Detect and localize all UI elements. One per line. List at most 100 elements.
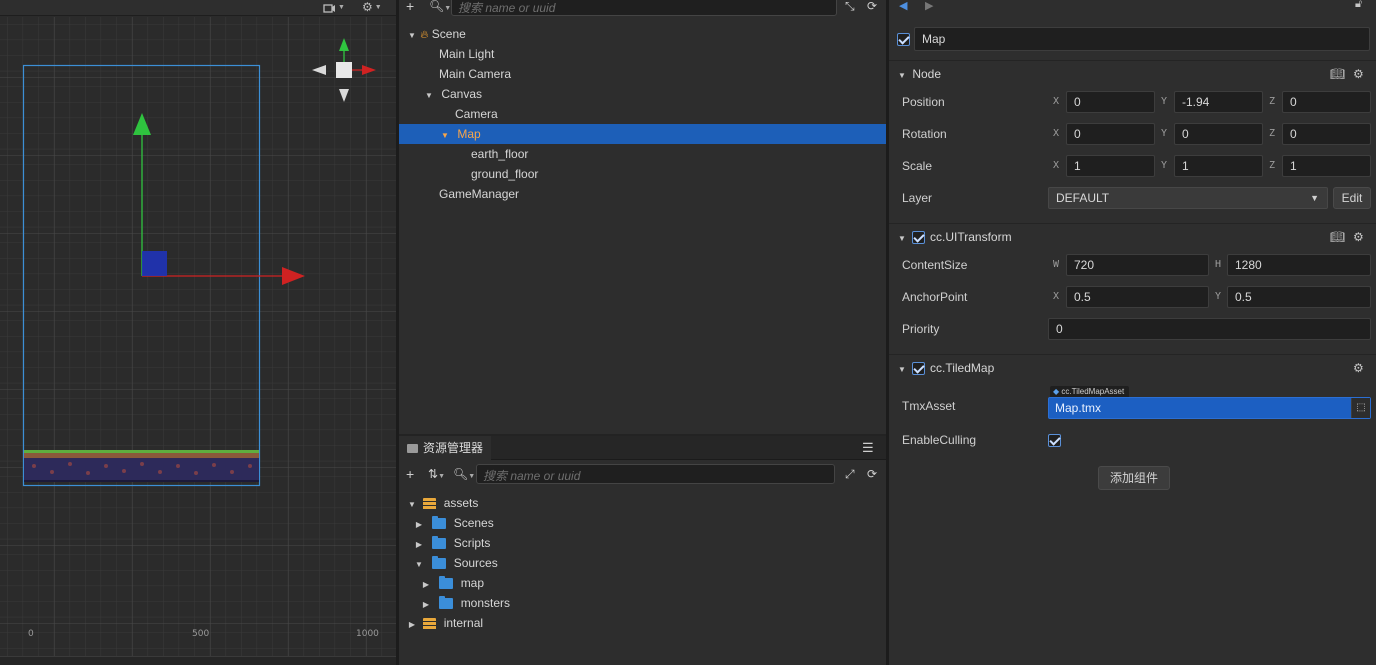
axis-label: Y [1161, 160, 1168, 171]
scene-statusbar [0, 656, 396, 665]
collapse-arrow-icon[interactable]: ▼ [897, 63, 907, 89]
tree-item-scene[interactable]: ▼ 🔥︎ Scene [399, 24, 886, 44]
folder-icon [407, 443, 418, 453]
folder-icon [432, 556, 447, 570]
section-node[interactable]: ▼ Node 📖︎ ⚙ [889, 60, 1376, 86]
enable-culling-checkbox[interactable] [1048, 434, 1061, 447]
asset-item-assets[interactable]: ▼ assets [399, 493, 886, 513]
search-filter-icon[interactable]: 🔍︎▼ [453, 465, 475, 486]
scene-viewport[interactable] [0, 17, 396, 657]
sort-icon[interactable]: ⇅▼ [428, 465, 445, 486]
expand-arrow-icon[interactable]: ▶ [407, 615, 417, 635]
position-x-input[interactable]: 0 [1066, 91, 1155, 113]
scale-y-input[interactable]: 1 [1174, 155, 1263, 177]
component-enabled-checkbox[interactable] [912, 362, 925, 375]
tree-item-gamemanager[interactable]: GameManager [399, 184, 886, 204]
gear-icon[interactable]: ⚙ [1353, 224, 1364, 250]
axis-label: Z [1269, 128, 1276, 139]
expand-arrow-icon[interactable]: ▼ [414, 555, 424, 575]
position-y-input[interactable]: -1.94 [1174, 91, 1263, 113]
refresh-icon[interactable]: ⟳ [867, 0, 877, 15]
tree-item-earth-floor[interactable]: earth_floor [399, 144, 886, 164]
help-book-icon[interactable]: 📖︎ [1330, 61, 1345, 87]
collapse-icon[interactable]: ⤡ [845, 0, 855, 15]
tab-assets[interactable]: 资源管理器 [399, 436, 492, 460]
expand-arrow-icon[interactable]: ▶ [421, 595, 431, 615]
search-filter-icon[interactable]: 🔍︎▼ [429, 0, 451, 18]
anchor-x-input[interactable]: 0.5 [1066, 286, 1209, 308]
asset-item-monsters[interactable]: ▶ monsters [399, 593, 886, 613]
width-input[interactable]: 720 [1066, 254, 1209, 276]
assets-search-input[interactable]: 搜索 name or uuid [476, 464, 835, 484]
menu-icon[interactable]: ☰ [862, 439, 874, 457]
rotation-x-input[interactable]: 0 [1066, 123, 1155, 145]
camera-icon[interactable]: ▼ [323, 0, 345, 14]
asset-item-map[interactable]: ▶ map [399, 573, 886, 593]
node-name-input[interactable]: Map [914, 27, 1370, 51]
expand-arrow-icon[interactable]: ▶ [421, 575, 431, 595]
tree-item-map[interactable]: ▼ Map [399, 124, 886, 144]
asset-item-label: assets [443, 496, 479, 510]
forward-icon[interactable]: ▶ [925, 0, 933, 12]
asset-picker-icon[interactable]: ⬚ [1351, 398, 1370, 418]
gear-icon[interactable]: ⚙ ▼ [362, 0, 382, 14]
height-input[interactable]: 1280 [1227, 254, 1371, 276]
asset-item-scenes[interactable]: ▶ Scenes [399, 513, 886, 533]
expand-arrow-icon[interactable]: ▼ [407, 495, 417, 515]
gear-icon[interactable]: ⚙ [1353, 61, 1364, 87]
position-z-input[interactable]: 0 [1282, 91, 1371, 113]
add-icon[interactable]: + [406, 465, 414, 483]
gear-icon[interactable]: ⚙ [1353, 355, 1364, 381]
component-enabled-checkbox[interactable] [912, 231, 925, 244]
lock-icon[interactable]: 🔓︎ [1355, 0, 1362, 11]
tree-item-main-camera[interactable]: Main Camera [399, 64, 886, 84]
prop-label: Priority [902, 322, 940, 336]
asset-type-label: cc.TiledMapAsset [1061, 387, 1125, 396]
refresh-icon[interactable]: ⟳ [867, 465, 877, 483]
scale-z-input[interactable]: 1 [1282, 155, 1371, 177]
help-book-icon[interactable]: 📖︎ [1330, 224, 1345, 250]
rotation-y-input[interactable]: 0 [1174, 123, 1263, 145]
collapse-arrow-icon[interactable]: ▼ [897, 357, 907, 383]
scale-x-input[interactable]: 1 [1066, 155, 1155, 177]
anchor-point-row: AnchorPoint X 0.5 Y 0.5 [889, 282, 1376, 312]
tree-item-camera[interactable]: Camera [399, 104, 886, 124]
tree-item-canvas[interactable]: ▼ Canvas [399, 84, 886, 104]
tree-item-label: earth_floor [471, 147, 529, 161]
anchor-y-input[interactable]: 0.5 [1227, 286, 1371, 308]
tree-item-ground-floor[interactable]: ground_floor [399, 164, 886, 184]
section-tiledmap[interactable]: ▼ cc.TiledMap ⚙ [889, 354, 1376, 380]
expand-arrow-icon[interactable]: ▼ [424, 86, 434, 106]
priority-input[interactable]: 0 [1048, 318, 1371, 340]
expand-arrow-icon[interactable]: ▼ [440, 126, 450, 146]
prop-label: AnchorPoint [902, 290, 968, 304]
tree-item-main-light[interactable]: Main Light [399, 44, 886, 64]
layer-select[interactable]: DEFAULT ▼ [1048, 187, 1328, 209]
tree-item-label: Main Camera [439, 67, 512, 81]
collapse-icon[interactable]: ⤢ [845, 465, 855, 483]
scale-row: Scale X 1 Y 1 Z 1 [889, 151, 1376, 181]
expand-arrow-icon[interactable]: ▶ [414, 535, 424, 555]
hierarchy-search-input[interactable]: 搜索 name or uuid [451, 0, 837, 16]
tab-label: 资源管理器 [423, 441, 484, 455]
axis-label: Y [1161, 128, 1168, 139]
expand-arrow-icon[interactable]: ▶ [414, 515, 424, 535]
section-uitransform[interactable]: ▼ cc.UITransform 📖︎ ⚙ [889, 223, 1376, 249]
tmx-asset-field[interactable]: Map.tmx [1048, 397, 1371, 419]
add-icon[interactable]: + [406, 0, 414, 15]
node-active-checkbox[interactable] [897, 33, 910, 46]
asset-item-sources[interactable]: ▼ Sources [399, 553, 886, 573]
database-icon [423, 617, 437, 630]
rotation-z-input[interactable]: 0 [1282, 123, 1371, 145]
layer-edit-button[interactable]: Edit [1333, 187, 1371, 209]
add-component-button[interactable]: 添加组件 [1098, 466, 1170, 490]
expand-arrow-icon[interactable]: ▼ [407, 26, 417, 46]
axis-label: Y [1215, 291, 1222, 302]
asset-item-label: map [460, 576, 485, 590]
section-title: Node [912, 67, 942, 81]
collapse-arrow-icon[interactable]: ▼ [897, 226, 907, 252]
back-icon[interactable]: ◀ [899, 0, 907, 12]
asset-item-scripts[interactable]: ▶ Scripts [399, 533, 886, 553]
asset-item-internal[interactable]: ▶ internal [399, 613, 886, 633]
scene-panel[interactable]: ▼ ⚙ ▼ 0 500 1000 [0, 0, 396, 665]
